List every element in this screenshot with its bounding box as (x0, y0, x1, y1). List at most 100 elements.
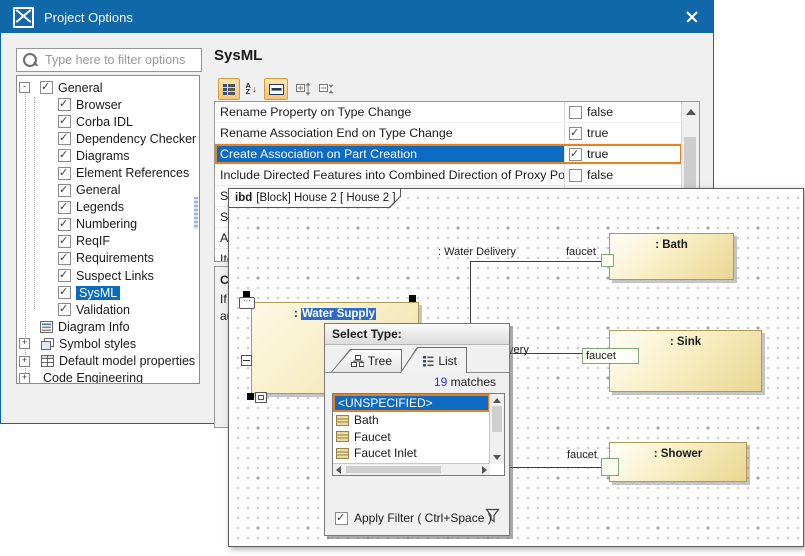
checkbox-checked[interactable] (569, 127, 582, 140)
select-type-popup: Select Type: Tree List 19 matches <UNSPE… (324, 323, 510, 536)
selection-handle[interactable] (409, 295, 416, 302)
scrollbar-thumb[interactable] (684, 137, 696, 192)
connector-label[interactable]: : Water Delivery (438, 246, 516, 258)
tree-item-sysml[interactable]: SysML (17, 284, 199, 301)
part-sink-faucet[interactable]: faucet (582, 348, 639, 364)
close-icon[interactable] (679, 7, 705, 27)
scroll-up-icon[interactable] (686, 109, 696, 115)
option-row[interactable]: Include Directed Features into Combined … (215, 165, 699, 186)
checkbox-checked[interactable] (569, 148, 582, 161)
checkbox-checked[interactable] (335, 512, 348, 525)
expand-all-button[interactable] (293, 78, 315, 100)
tree-item-legends[interactable]: Legends (17, 199, 199, 216)
checkbox-checked[interactable] (58, 132, 71, 145)
port-label[interactable]: faucet (566, 246, 596, 258)
block-bath[interactable]: : Bath (609, 233, 734, 280)
checkbox-checked[interactable] (58, 184, 71, 197)
diagram-frame-tab[interactable]: ibd [Block] House 2 [ House 2 ] (229, 189, 400, 207)
tree-item-dependency-checker[interactable]: Dependency Checker (17, 130, 199, 147)
collapse-all-button[interactable] (316, 78, 338, 100)
description-view-button[interactable] (264, 78, 288, 100)
option-value[interactable]: false (564, 165, 699, 185)
scrollbar-thumb[interactable] (346, 466, 441, 473)
checkbox-checked[interactable] (58, 303, 71, 316)
tree-item-browser[interactable]: Browser (17, 96, 199, 113)
option-value[interactable]: true (564, 123, 699, 143)
categorized-view-button[interactable] (218, 78, 240, 100)
tree-item-suspect-links[interactable]: Suspect Links (17, 267, 199, 284)
tree-item-general-root[interactable]: - General (17, 79, 199, 96)
list-horizontal-scrollbar[interactable] (333, 463, 490, 475)
list-item-faucet-inlet[interactable]: Faucet Inlet (333, 445, 490, 462)
checkbox-checked[interactable] (58, 167, 71, 180)
list-view-icon (422, 355, 434, 367)
tab-list[interactable]: List (401, 348, 466, 373)
tree-item-reqif[interactable]: ReqIF (17, 233, 199, 250)
part-name-editor[interactable]: Water Supply (301, 308, 376, 320)
scroll-right-icon[interactable] (482, 466, 487, 474)
checkbox-unchecked[interactable] (569, 106, 582, 119)
expand-all-icon (296, 82, 312, 96)
scroll-left-icon[interactable] (336, 466, 341, 474)
tree-item-diagram-info[interactable]: Diagram Info (17, 318, 199, 335)
checkbox-checked[interactable] (58, 286, 71, 299)
dialog-title: Project Options (44, 10, 133, 25)
tree-item-requirements[interactable]: Requirements (17, 250, 199, 267)
expand-icon[interactable]: + (19, 338, 30, 349)
smart-manipulator-icon[interactable]: ··· (239, 297, 255, 309)
checkbox-unchecked[interactable] (569, 169, 582, 182)
option-value[interactable]: true (564, 144, 699, 164)
tree-item-general[interactable]: General (17, 182, 199, 199)
checkbox-checked[interactable] (58, 252, 71, 265)
collapse-icon[interactable]: - (19, 82, 30, 93)
dialog-title-bar[interactable]: Project Options (1, 1, 713, 33)
tree-item-label-selected: SysML (76, 286, 120, 300)
checkbox-checked[interactable] (58, 98, 71, 111)
tree-item-code-engineering[interactable]: + Code Engineering (17, 370, 199, 384)
option-row-selected[interactable]: Create Association on Part Creation true (215, 144, 699, 165)
checkbox-checked[interactable] (58, 218, 71, 231)
filter-input[interactable] (43, 52, 208, 68)
checkbox-checked[interactable] (58, 149, 71, 162)
tree-item-label: Code Engineering (43, 371, 143, 384)
collapse-compartment-icon[interactable] (241, 355, 252, 366)
tree-scrollbar-thumb[interactable] (194, 197, 198, 229)
list-item-bath[interactable]: Bath (333, 412, 490, 429)
matches-count: 19 matches (434, 375, 496, 389)
option-row[interactable]: Rename Property on Type Change false (215, 102, 699, 123)
expand-icon[interactable]: + (19, 356, 30, 367)
port-label[interactable]: faucet (567, 449, 597, 461)
tree-item-symbol-styles[interactable]: + Default model properties Symbol styles (17, 335, 199, 352)
tree-item-diagrams[interactable]: Diagrams (17, 147, 199, 164)
option-row[interactable]: Rename Association End on Type Change tr… (215, 123, 699, 144)
port-shower-faucet[interactable] (601, 458, 619, 476)
option-value[interactable]: false (564, 102, 699, 122)
scrollbar-thumb[interactable] (492, 406, 502, 432)
checkbox-checked[interactable] (58, 269, 71, 282)
structure-indicator-icon[interactable] (255, 392, 267, 403)
ibd-diagram-window[interactable]: ibd [Block] House 2 [ House 2 ] : Water … (228, 188, 804, 547)
scroll-up-icon[interactable] (493, 398, 501, 403)
list-vertical-scrollbar[interactable] (489, 394, 504, 464)
selection-handle[interactable] (247, 393, 254, 400)
app-icon (13, 7, 34, 28)
tree-item-corba-idl[interactable]: Corba IDL (17, 113, 199, 130)
sort-alphabetically-button[interactable]: AZ ↓ (240, 78, 262, 100)
checkbox-checked[interactable] (58, 235, 71, 248)
tree-item-element-references[interactable]: Element References (17, 164, 199, 181)
scroll-down-icon[interactable] (493, 455, 501, 460)
list-item-unspecified[interactable]: <UNSPECIFIED> (333, 394, 490, 412)
tree-item-default-model-properties[interactable]: + Default model properties (17, 353, 199, 370)
block-shower[interactable]: : Shower (609, 442, 747, 482)
checkbox-checked[interactable] (58, 115, 71, 128)
checkbox-checked[interactable] (40, 81, 53, 94)
option-label: Create Association on Part Creation (215, 144, 564, 164)
tree-item-validation[interactable]: Validation (17, 301, 199, 318)
tab-tree[interactable]: Tree (332, 350, 401, 372)
checkbox-checked[interactable] (58, 201, 71, 214)
port-bath-faucet[interactable] (601, 254, 614, 267)
expand-icon[interactable]: + (19, 373, 30, 384)
list-item-faucet[interactable]: Faucet (333, 429, 490, 446)
filter-icon[interactable] (485, 508, 500, 524)
tree-item-numbering[interactable]: Numbering (17, 216, 199, 233)
